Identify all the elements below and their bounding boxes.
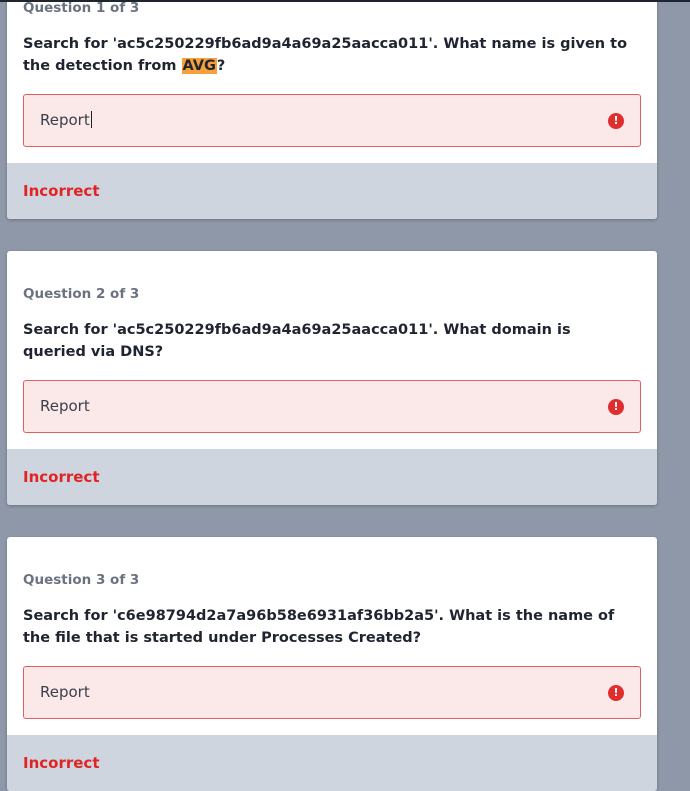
question-header: Question 3 of 3 (23, 572, 140, 588)
question-card-1: Question 1 of 3 Search for 'ac5c250229fb… (7, 0, 657, 219)
answer-value: Report (40, 397, 90, 415)
question-text: Search for 'c6e98794d2a7a96b58e6931af36b… (23, 608, 615, 646)
result-bar: Incorrect (7, 735, 657, 791)
question-text-end: ? (216, 58, 226, 74)
error-circle-icon: ! (608, 399, 624, 415)
window-top-border (0, 0, 690, 2)
result-status: Incorrect (23, 754, 100, 772)
question-text: Search for 'ac5c250229fb6ad9a4a69a25aacc… (23, 33, 633, 77)
result-bar: Incorrect (7, 449, 657, 505)
answer-input[interactable]: Report ! (23, 94, 641, 147)
answer-value: Report (40, 111, 92, 129)
result-status: Incorrect (23, 182, 100, 200)
text-caret (90, 111, 92, 128)
answer-input[interactable]: Report ! (23, 666, 641, 719)
highlighted-term: AVG (181, 58, 217, 74)
question-text-part: Search for 'ac5c250229fb6ad9a4a69a25aacc… (23, 36, 628, 74)
question-header: Question 2 of 3 (23, 286, 140, 302)
question-card-3: Question 3 of 3 Search for 'c6e98794d2a7… (7, 537, 657, 791)
question-header: Question 1 of 3 (23, 0, 140, 16)
result-bar: Incorrect (7, 163, 657, 219)
result-status: Incorrect (23, 468, 100, 486)
question-text: Search for 'ac5c250229fb6ad9a4a69a25aacc… (23, 322, 571, 360)
answer-input[interactable]: Report ! (23, 380, 641, 433)
error-circle-icon: ! (608, 685, 624, 701)
answer-value: Report (40, 683, 90, 701)
error-circle-icon: ! (608, 113, 624, 129)
question-card-2: Question 2 of 3 Search for 'ac5c250229fb… (7, 251, 657, 505)
answer-text: Report (40, 111, 90, 129)
